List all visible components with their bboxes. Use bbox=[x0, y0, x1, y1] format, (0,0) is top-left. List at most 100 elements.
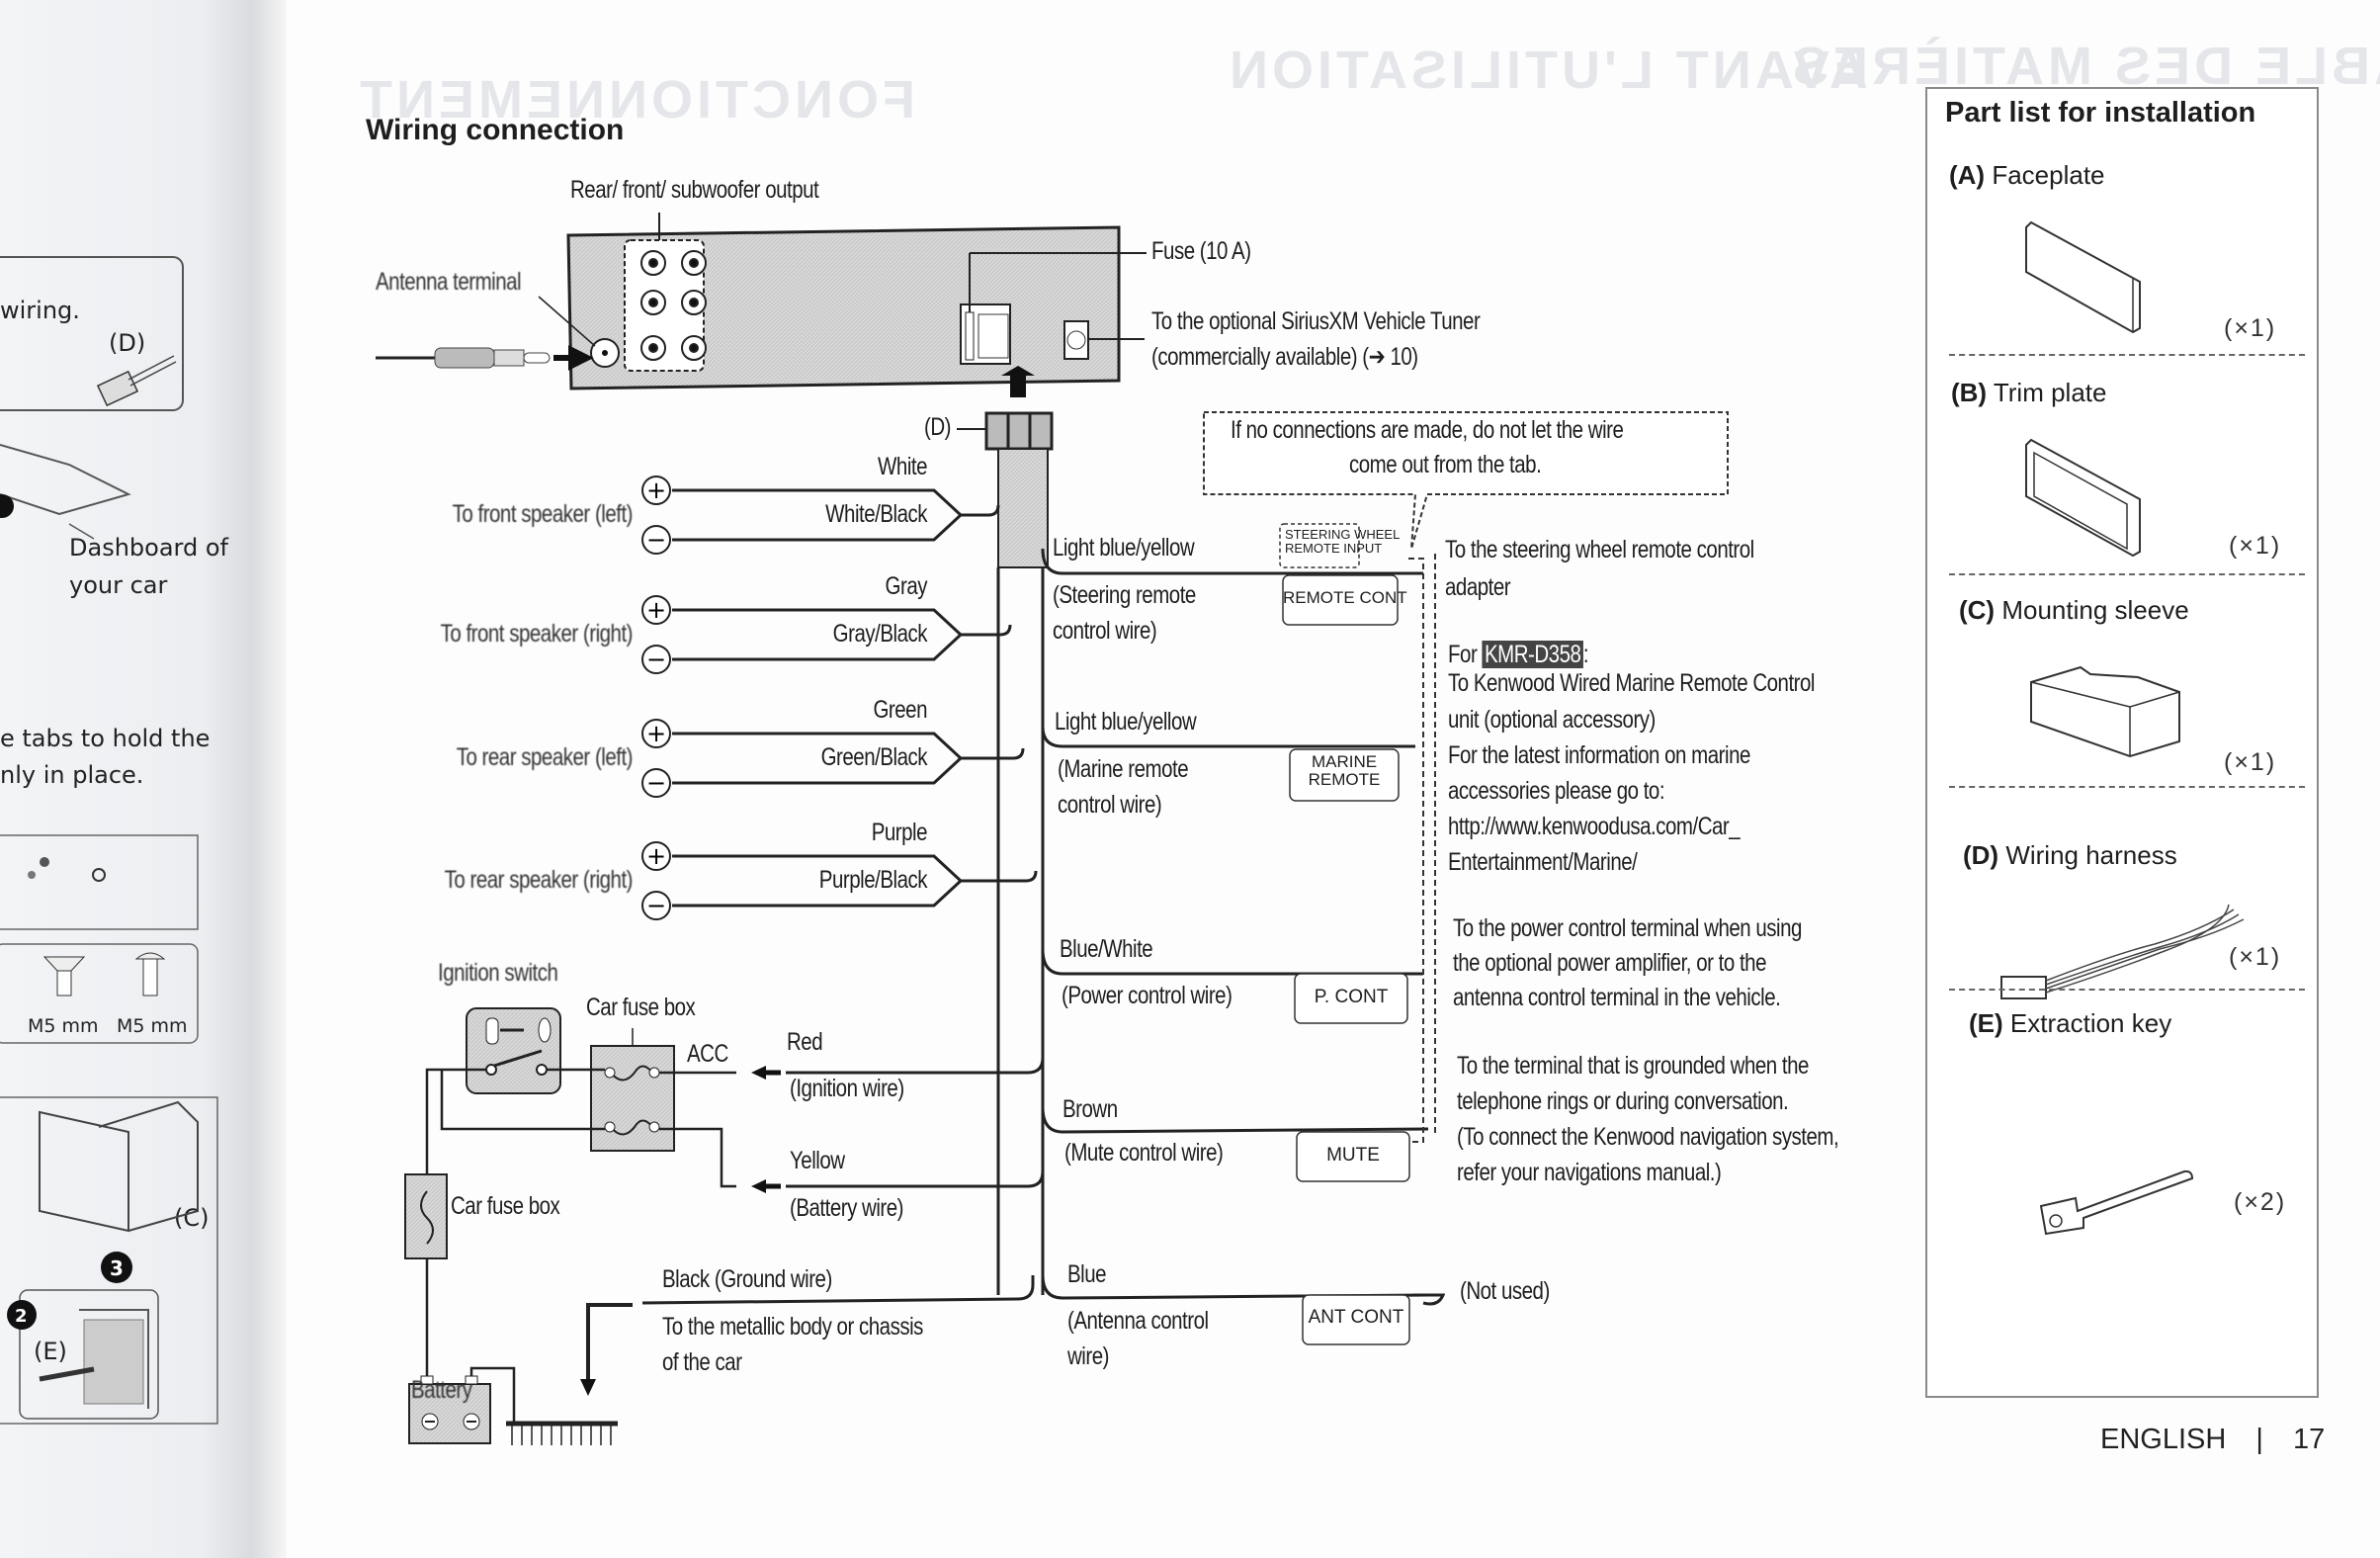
mute-desc: telephone rings or during conversation. bbox=[1457, 1087, 1789, 1115]
negative-wire-color: Purple/Black bbox=[818, 866, 928, 894]
antenna-wire-desc: wire) bbox=[1067, 1342, 1109, 1370]
negative-wire-color: Gray/Black bbox=[832, 620, 928, 648]
marine-url[interactable]: http://www.kenwoodusa.com/Car_ bbox=[1448, 813, 1741, 841]
siriusxm-port-icon bbox=[1063, 320, 1089, 360]
ground-wire-desc: of the car bbox=[662, 1348, 742, 1376]
power-wire-color: Blue/White bbox=[1060, 935, 1153, 963]
positive-wire-color: White bbox=[878, 453, 927, 480]
part-qty: (×1) bbox=[2224, 748, 2277, 776]
part-divider bbox=[1949, 989, 2305, 991]
wiring-harness-icon bbox=[2000, 904, 2245, 999]
marine-url[interactable]: Entertainment/Marine/ bbox=[1448, 848, 1638, 877]
part-item-trim-plate: (B) Trim plate bbox=[1951, 378, 2107, 407]
plus-terminal-icon-glyph: + bbox=[646, 720, 666, 747]
part-divider bbox=[1949, 354, 2305, 356]
ground-wire-desc: To the metallic body or chassis bbox=[662, 1313, 923, 1341]
fuse-label: Fuse (10 A) bbox=[1151, 237, 1251, 265]
inline-fuse-label: Car fuse box bbox=[451, 1192, 560, 1220]
part-item-extraction-key: (E) Extraction key bbox=[1969, 1008, 2172, 1038]
steering-wire-desc: control wire) bbox=[1053, 617, 1157, 645]
part-item-faceplate: (A) Faceplate bbox=[1949, 160, 2105, 190]
marine-desc: unit (optional accessory) bbox=[1448, 706, 1656, 734]
battery-label: Battery bbox=[411, 1376, 472, 1404]
marine-model-badge: KMR-D358 bbox=[1482, 641, 1583, 668]
mute-desc: (To connect the Kenwood navigation syste… bbox=[1457, 1123, 1839, 1151]
mounting-sleeve-icon bbox=[2030, 665, 2180, 758]
power-desc: the optional power amplifier, or to the bbox=[1453, 949, 1766, 977]
rca-output-label: Rear/ front/ subwoofer output bbox=[570, 176, 819, 204]
antenna-plug-icon bbox=[376, 345, 594, 371]
positive-wire-color: Purple bbox=[871, 819, 928, 846]
speaker-target-label: To rear speaker (left) bbox=[456, 743, 634, 771]
marine-wire-desc: (Marine remote bbox=[1058, 755, 1189, 783]
antenna-wire-desc: (Antenna control bbox=[1067, 1307, 1209, 1335]
page-footer: ENGLISH | 17 bbox=[2100, 1424, 2325, 1456]
positive-wire-color: Green bbox=[873, 696, 927, 724]
marine-desc: For the latest information on marine bbox=[1448, 741, 1750, 769]
ant-cont-text: ANT CONT bbox=[1308, 1307, 1404, 1328]
mute-wire-desc: (Mute control wire) bbox=[1064, 1139, 1224, 1167]
arrow-right-icon bbox=[553, 345, 594, 371]
steering-wire-desc: (Steering remote bbox=[1053, 581, 1196, 609]
plus-terminal-icon-glyph: + bbox=[646, 842, 666, 870]
minus-terminal-icon-glyph: − bbox=[646, 526, 666, 554]
power-desc: antenna control terminal in the vehicle. bbox=[1453, 984, 1781, 1011]
part-item-mounting-sleeve: (C) Mounting sleeve bbox=[1959, 595, 2189, 625]
car-fuse-box-label: Car fuse box bbox=[586, 994, 696, 1021]
part-qty: (×1) bbox=[2229, 532, 2282, 560]
part-qty: (×1) bbox=[2229, 943, 2282, 971]
ignition-switch-label: Ignition switch bbox=[438, 959, 558, 987]
mute-text: MUTE bbox=[1326, 1145, 1380, 1166]
harness-d-label: (D) bbox=[924, 413, 951, 441]
part-divider bbox=[1949, 786, 2305, 788]
red-wire-desc: (Ignition wire) bbox=[790, 1075, 904, 1102]
section-title: Wiring connection bbox=[366, 114, 625, 146]
positive-wire-color: Gray bbox=[885, 572, 928, 600]
yellow-wire-label: Yellow bbox=[790, 1147, 845, 1174]
plus-terminal-icon-glyph: + bbox=[646, 596, 666, 624]
speaker-target-label: To front speaker (right) bbox=[440, 620, 634, 648]
red-wire-label: Red bbox=[787, 1028, 823, 1056]
marine-desc: To Kenwood Wired Marine Remote Control bbox=[1448, 669, 1815, 697]
steering-desc: adapter bbox=[1445, 573, 1511, 601]
speaker-wire-group: + − + − + − + − bbox=[641, 476, 1038, 920]
steering-wheel-input-text: STEERING WHEEL REMOTE INPUT bbox=[1285, 527, 1401, 556]
negative-wire-color: White/Black bbox=[825, 500, 927, 528]
plus-terminal-icon-glyph: + bbox=[646, 476, 666, 504]
parts-list-title: Part list for installation bbox=[1945, 97, 2256, 129]
fuse-icon bbox=[965, 311, 975, 361]
trim-plate-icon bbox=[2025, 438, 2141, 558]
not-used-cap bbox=[1413, 1293, 1446, 1306]
speaker-target-label: To rear speaker (right) bbox=[444, 866, 634, 894]
marine-remote-text: MARINE REMOTE bbox=[1308, 752, 1381, 789]
power-wire-desc: (Power control wire) bbox=[1062, 982, 1232, 1009]
p-cont-text: P. CONT bbox=[1314, 987, 1389, 1007]
faceplate-icon bbox=[2025, 220, 2141, 334]
note-text: come out from the tab. bbox=[1349, 451, 1542, 478]
part-qty: (×1) bbox=[2224, 314, 2277, 342]
marine-for-line: For KMR-D358: bbox=[1448, 641, 1589, 669]
part-qty: (×2) bbox=[2234, 1188, 2287, 1216]
antenna-terminal-label: Antenna terminal bbox=[376, 268, 522, 296]
marine-for-text: For bbox=[1448, 641, 1478, 668]
part-divider bbox=[1949, 573, 2305, 575]
marine-wire-color: Light blue/yellow bbox=[1055, 708, 1197, 736]
extraction-key-icon bbox=[2039, 1169, 2194, 1236]
not-used-label: (Not used) bbox=[1460, 1277, 1550, 1305]
part-item-wiring-harness: (D) Wiring harness bbox=[1963, 840, 2177, 870]
parts-list-panel: Part list for installation (A) Faceplate… bbox=[1925, 87, 2319, 1398]
arrow-left-icon bbox=[751, 1179, 766, 1193]
yellow-wire-desc: (Battery wire) bbox=[790, 1194, 903, 1222]
inline-fuse-icon bbox=[404, 1173, 448, 1259]
arrow-down-icon bbox=[580, 1379, 596, 1396]
control-wire-lines bbox=[1041, 548, 1429, 1300]
car-fuse-box-icon bbox=[590, 1045, 675, 1152]
wire-bundle bbox=[997, 448, 1049, 568]
dashed-bracket bbox=[1408, 558, 1424, 1143]
mute-desc: To the terminal that is grounded when th… bbox=[1457, 1052, 1809, 1080]
speaker-target-label: To front speaker (left) bbox=[452, 500, 634, 528]
minus-terminal-icon-glyph: − bbox=[646, 769, 666, 797]
antenna-wire-color: Blue bbox=[1067, 1260, 1107, 1288]
power-desc: To the power control terminal when using bbox=[1453, 914, 1802, 942]
mute-wire-color: Brown bbox=[1062, 1095, 1118, 1123]
